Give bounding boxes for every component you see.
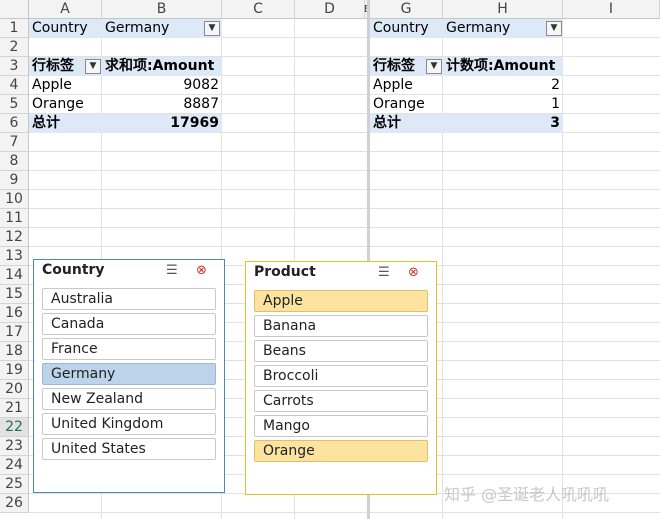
country-slicer[interactable]: Country ☰ ⊗ Australia Canada France Germ… bbox=[33, 259, 225, 493]
gridline bbox=[29, 151, 660, 152]
pivot-value-header[interactable]: 求和项:Amount bbox=[102, 57, 222, 76]
slicer-title: Product bbox=[254, 264, 316, 280]
slicer-item[interactable]: United States bbox=[42, 438, 216, 460]
gridline bbox=[29, 512, 660, 513]
row-header[interactable]: 1 bbox=[0, 19, 29, 38]
row-header[interactable]: 5 bbox=[0, 95, 29, 114]
pivot-total-label[interactable]: 总计 bbox=[370, 114, 443, 133]
row-header[interactable]: 9 bbox=[0, 171, 29, 190]
pivot-filter-field[interactable]: Country bbox=[370, 19, 443, 38]
slicer-item[interactable]: France bbox=[42, 338, 216, 360]
slicer-item[interactable]: Australia bbox=[42, 288, 216, 310]
row-header[interactable]: 20 bbox=[0, 380, 29, 399]
pivot-row-label[interactable]: Apple bbox=[29, 76, 102, 95]
row-header[interactable]: 18 bbox=[0, 342, 29, 361]
column-header-d[interactable]: D bbox=[295, 0, 365, 19]
gridline bbox=[29, 208, 660, 209]
multi-select-icon[interactable]: ☰ bbox=[378, 265, 390, 280]
row-header[interactable]: 24 bbox=[0, 456, 29, 475]
select-all-corner[interactable] bbox=[0, 0, 29, 19]
slicer-title: Country bbox=[42, 262, 105, 278]
slicer-item[interactable]: Banana bbox=[254, 315, 428, 337]
row-header[interactable]: 7 bbox=[0, 133, 29, 152]
gridline bbox=[29, 189, 660, 190]
product-slicer[interactable]: Product ☰ ⊗ Apple Banana Beans Broccoli … bbox=[245, 261, 437, 495]
column-header-g[interactable]: G bbox=[370, 0, 443, 19]
slicer-item[interactable]: Carrots bbox=[254, 390, 428, 412]
slicer-item-selected[interactable]: Apple bbox=[254, 290, 428, 312]
pivot-total-value[interactable]: 17969 bbox=[102, 114, 222, 133]
slicer-item[interactable]: New Zealand bbox=[42, 388, 216, 410]
slicer-item[interactable]: Mango bbox=[254, 415, 428, 437]
row-header[interactable]: 23 bbox=[0, 437, 29, 456]
row-header[interactable]: 13 bbox=[0, 247, 29, 266]
pivot-filter-value[interactable]: Germany bbox=[443, 19, 563, 38]
column-header-h[interactable]: H bbox=[443, 0, 563, 19]
clear-filter-icon[interactable]: ⊗ bbox=[196, 263, 207, 278]
column-header-a[interactable]: A bbox=[29, 0, 102, 19]
row-header[interactable]: 4 bbox=[0, 76, 29, 95]
pivot-row-value[interactable]: 9082 bbox=[102, 76, 222, 95]
row-header[interactable]: 19 bbox=[0, 361, 29, 380]
filter-dropdown-icon[interactable]: ▼ bbox=[85, 59, 101, 74]
clear-filter-icon[interactable]: ⊗ bbox=[408, 265, 419, 280]
pivot-filter-field[interactable]: Country bbox=[29, 19, 102, 38]
row-header[interactable]: 14 bbox=[0, 266, 29, 285]
pivot-row-value[interactable]: 1 bbox=[443, 95, 563, 114]
pivot-total-value[interactable]: 3 bbox=[443, 114, 563, 133]
row-header[interactable]: 2 bbox=[0, 38, 29, 57]
row-header[interactable]: 8 bbox=[0, 152, 29, 171]
pivot-total-label[interactable]: 总计 bbox=[29, 114, 102, 133]
row-header[interactable]: 26 bbox=[0, 494, 29, 513]
slicer-item[interactable]: Canada bbox=[42, 313, 216, 335]
multi-select-icon[interactable]: ☰ bbox=[166, 263, 178, 278]
filter-dropdown-icon[interactable]: ▼ bbox=[204, 21, 220, 36]
row-header[interactable]: 21 bbox=[0, 399, 29, 418]
row-header[interactable]: 10 bbox=[0, 190, 29, 209]
row-header[interactable]: 3 bbox=[0, 57, 29, 76]
filter-dropdown-icon[interactable]: ▼ bbox=[546, 21, 562, 36]
gridline bbox=[29, 246, 660, 247]
slicer-item[interactable]: United Kingdom bbox=[42, 413, 216, 435]
row-header-active[interactable]: 22 bbox=[0, 418, 29, 437]
slicer-item-selected[interactable]: Orange bbox=[254, 440, 428, 462]
pivot-row-label[interactable]: Orange bbox=[370, 95, 443, 114]
pivot-value-header[interactable]: 计数项:Amount bbox=[443, 57, 563, 76]
column-header-c[interactable]: C bbox=[222, 0, 295, 19]
gridline bbox=[29, 227, 660, 228]
row-header[interactable]: 15 bbox=[0, 285, 29, 304]
column-header-b[interactable]: B bbox=[102, 0, 222, 19]
filter-dropdown-icon[interactable]: ▼ bbox=[426, 59, 442, 74]
pivot-row-value[interactable]: 2 bbox=[443, 76, 563, 95]
row-header[interactable]: 11 bbox=[0, 209, 29, 228]
slicer-item[interactable]: Broccoli bbox=[254, 365, 428, 387]
row-header[interactable]: 12 bbox=[0, 228, 29, 247]
column-header-i[interactable]: I bbox=[563, 0, 660, 19]
gridline bbox=[29, 170, 660, 171]
row-header[interactable]: 16 bbox=[0, 304, 29, 323]
pivot-row-label[interactable]: Orange bbox=[29, 95, 102, 114]
row-header[interactable]: 25 bbox=[0, 475, 29, 494]
watermark: 知乎 @圣诞老人吼吼吼 bbox=[444, 485, 610, 504]
spreadsheet[interactable]: A B C D E G H I 1 2 3 4 5 6 7 8 9 10 11 … bbox=[0, 0, 660, 519]
row-header[interactable]: 6 bbox=[0, 114, 29, 133]
slicer-item-selected[interactable]: Germany bbox=[42, 363, 216, 385]
slicer-item[interactable]: Beans bbox=[254, 340, 428, 362]
row-header[interactable]: 17 bbox=[0, 323, 29, 342]
pivot-row-label[interactable]: Apple bbox=[370, 76, 443, 95]
pivot-row-value[interactable]: 8887 bbox=[102, 95, 222, 114]
